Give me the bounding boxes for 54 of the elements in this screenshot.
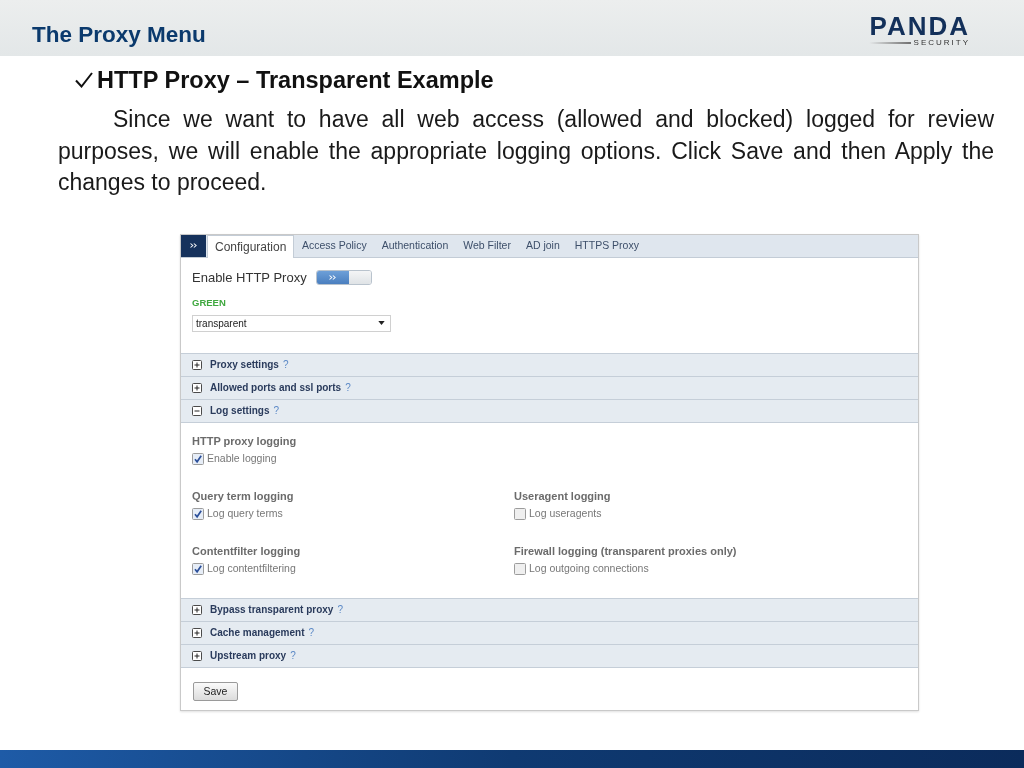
body-paragraph: Since we want to have all web access (allowed and blocked) logged for review purposes, we will enable the appropriate logging options. Click Save and then Apply the changes to proceed. [58,105,994,197]
logo-tagline: SECURITY [913,38,970,47]
tab[interactable]: Access Policy [294,234,375,257]
zone-label: GREEN [192,296,226,309]
checkbox[interactable] [514,562,526,575]
checkbox-label[interactable]: Log useragents [529,505,602,522]
section-title: Allowed ports and ssl ports [210,381,342,395]
section-header[interactable]: Proxy settings ? [181,352,918,376]
tab[interactable]: Configuration [207,234,295,258]
group-label: Firewall logging (transparent proxies only) [514,543,737,558]
group-label: Contentfilter logging [192,543,301,558]
section-header[interactable]: Upstream proxy ? [181,643,918,667]
section-header[interactable]: Log settings ? [181,398,918,422]
section-title: Bypass transparent proxy [210,603,334,617]
section-header[interactable]: Allowed ports and ssl ports ? [181,375,918,399]
checkbox-label[interactable]: Log query terms [207,505,283,522]
section-heading: HTTP Proxy – Transparent Example [97,67,494,93]
plus-icon[interactable] [192,382,202,393]
checkbox[interactable] [192,562,204,575]
caret-down-icon [378,321,385,325]
section-title: Upstream proxy [210,649,287,663]
section-header[interactable]: Bypass transparent proxy ? [181,597,918,621]
double-chevron-icon [329,275,337,280]
tab[interactable]: HTTPS Proxy [567,234,647,257]
logo-wordmark: PANDA [869,16,970,37]
toggle-switch[interactable] [315,270,372,285]
save-button[interactable]: Save [193,681,238,701]
plus-icon[interactable] [192,604,202,615]
checkbox[interactable] [514,507,526,520]
group-label: HTTP proxy logging [192,433,297,448]
group-label: Useragent logging [514,488,611,503]
mode-dropdown[interactable]: transparent [192,314,391,332]
checkbox-label[interactable]: Log outgoing connections [529,560,649,577]
tab[interactable]: Web Filter [455,234,519,257]
double-chevron-icon [190,243,197,248]
section-title: Cache management [210,626,305,640]
tab[interactable]: AD join [518,234,568,257]
checkbox-label[interactable]: Log contentfiltering [207,560,296,577]
section-title: Proxy settings [210,358,279,372]
slide-title: The Proxy Menu [32,22,206,48]
tab[interactable]: Authentication [374,234,456,257]
section-title: Log settings [210,404,270,418]
checkbox[interactable] [192,452,204,465]
checkbox[interactable] [192,507,204,520]
group-label: Query term logging [192,488,294,503]
plus-icon[interactable] [192,359,202,370]
menu-toggle-button[interactable] [181,234,206,257]
checkbox-label[interactable]: Enable logging [207,450,277,467]
plus-icon[interactable] [192,650,202,661]
minus-icon[interactable] [192,405,202,416]
enable-label: Enable HTTP Proxy [192,268,307,287]
section-header[interactable]: Cache management ? [181,620,918,644]
plus-icon[interactable] [192,627,202,638]
check-icon [75,72,93,88]
